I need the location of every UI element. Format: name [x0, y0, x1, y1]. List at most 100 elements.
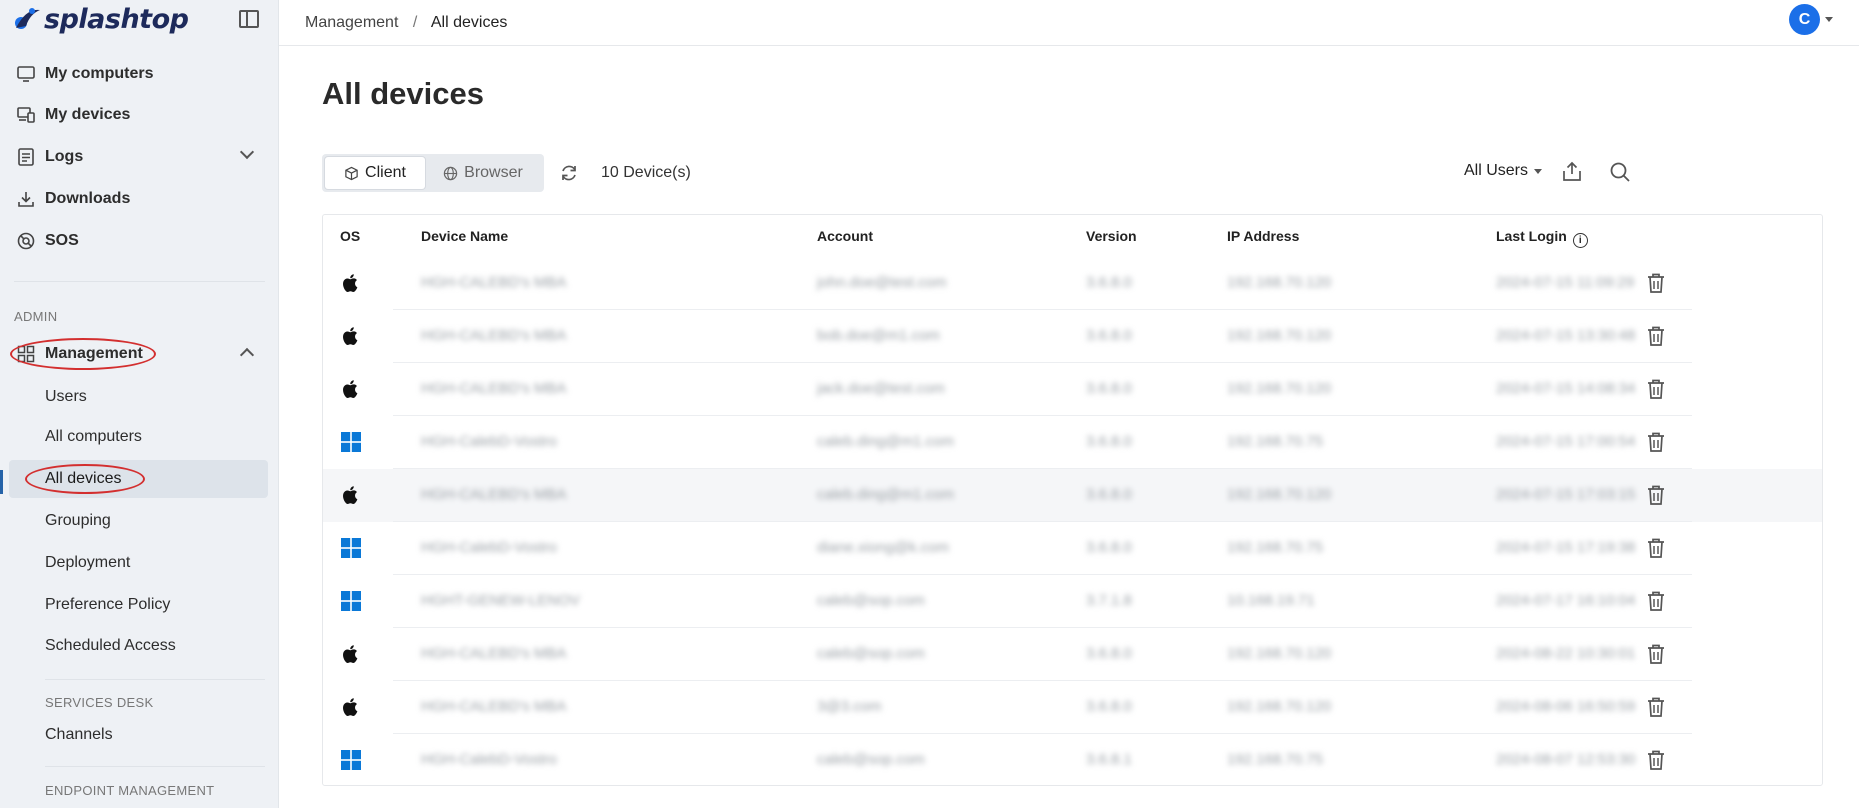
tab-browser[interactable]: Browser	[425, 157, 541, 189]
account-cell: caleb@sop.com	[817, 751, 925, 768]
last-login-cell: 2024-07-15 17:00:54	[1496, 433, 1636, 450]
table-row[interactable]: HGH-CalebD-Vostro diane.xiong@k.com 3.6.8.…	[323, 522, 1822, 575]
sidebar-subitem-label: Deployment	[45, 554, 131, 571]
column-header-os[interactable]: OS	[340, 228, 360, 244]
version-cell: 3.6.8.0	[1086, 698, 1132, 715]
account-cell: bob.doe@m1.com	[817, 327, 940, 344]
search-icon[interactable]	[1608, 160, 1632, 184]
log-icon	[15, 146, 37, 168]
table-row[interactable]: HGH-CalebD-Vostro caleb@sop.com 3.6.8.1 192…	[323, 734, 1822, 787]
trash-icon[interactable]	[1645, 377, 1667, 401]
column-header-ip-address[interactable]: IP Address	[1227, 228, 1299, 244]
table-row[interactable]: HGH-CalebD-Vostro caleb.ding@m1.com 3.6.8.…	[323, 416, 1822, 469]
grid-icon	[15, 343, 37, 365]
version-cell: 3.6.8.0	[1086, 380, 1132, 397]
apple-icon	[340, 696, 362, 718]
refresh-icon[interactable]	[558, 162, 580, 184]
trash-icon[interactable]	[1645, 642, 1667, 666]
trash-icon[interactable]	[1645, 748, 1667, 772]
main-content: Management / All devices C All devices C…	[279, 0, 1859, 808]
table-row[interactable]: HGH-CALEBD's MBA bob.doe@m1.com 3.6.8.0 192…	[323, 310, 1822, 363]
last-login-cell: 2024-07-17 16:10:04	[1496, 592, 1636, 609]
avatar[interactable]: C	[1789, 4, 1820, 35]
column-header-last-login[interactable]: Last Login i	[1496, 228, 1588, 248]
sidebar-subitem-grouping[interactable]: Grouping	[0, 502, 279, 540]
trash-icon[interactable]	[1645, 536, 1667, 560]
sidebar-item-sos[interactable]: SOS	[0, 223, 279, 259]
table-row[interactable]: HGH-CALEBD's MBA 3@3.com 3.6.8.0 192.168.70…	[323, 681, 1822, 734]
apple-icon	[340, 272, 362, 294]
export-icon[interactable]	[1560, 160, 1584, 184]
account-cell: 3@3.com	[817, 698, 882, 715]
column-header-version[interactable]: Version	[1086, 228, 1137, 244]
breadcrumb-parent[interactable]: Management	[305, 14, 398, 31]
trash-icon[interactable]	[1645, 695, 1667, 719]
tab-label: Browser	[464, 164, 523, 181]
table-row[interactable]: HGH-CALEBD's MBA jack.doe@test.com 3.6.8.0…	[323, 363, 1822, 416]
sidebar-item-my-computers[interactable]: My computers	[0, 56, 279, 92]
caret-down-icon	[1534, 168, 1543, 174]
device-name-cell: HGH-CALEBD's MBA	[421, 645, 567, 662]
last-login-cell: 2024-07-15 13:30:48	[1496, 327, 1636, 344]
sidebar-item-logs[interactable]: Logs	[0, 139, 279, 175]
user-filter-dropdown[interactable]: All Users	[1464, 162, 1543, 180]
sidebar-item-downloads[interactable]: Downloads	[0, 181, 279, 217]
services-desk-section-label: SERVICES DESK	[45, 695, 154, 710]
trash-icon[interactable]	[1645, 271, 1667, 295]
trash-icon[interactable]	[1645, 324, 1667, 348]
sidebar-subitem-channels[interactable]: Channels	[0, 716, 279, 754]
column-header-account[interactable]: Account	[817, 228, 873, 244]
table-row[interactable]: HGH-CALEBD's MBA caleb@sop.com 3.6.8.0 192.…	[323, 628, 1822, 681]
sidebar-item-my-devices[interactable]: My devices	[0, 97, 279, 133]
column-header-label: Last Login	[1496, 228, 1567, 244]
trash-icon[interactable]	[1645, 589, 1667, 613]
table-row[interactable]: HGH-CALEBD's MBA caleb.ding@m1.com 3.6.8.0…	[323, 469, 1822, 522]
last-login-cell: 2024-07-15 14:08:34	[1496, 380, 1636, 397]
trash-icon[interactable]	[1645, 430, 1667, 454]
sidebar-divider	[45, 679, 265, 680]
last-login-cell: 2024-08-06 16:50:59	[1496, 698, 1636, 715]
sidebar-subitem-users[interactable]: Users	[0, 378, 279, 416]
tab-client[interactable]: Client	[325, 157, 425, 189]
info-icon[interactable]: i	[1572, 233, 1588, 248]
sidebar-collapse-icon[interactable]	[239, 10, 259, 28]
sidebar-subitem-all-devices[interactable]: All devices	[9, 460, 268, 498]
sidebar-item-label: SOS	[45, 232, 79, 249]
breadcrumb: Management / All devices	[305, 14, 507, 32]
sidebar-divider	[14, 281, 265, 282]
table-row[interactable]: HGHT-GENEW-LENOV caleb@sop.com 3.7.1.8 10.1…	[323, 575, 1822, 628]
account-cell: caleb.ding@m1.com	[817, 433, 954, 450]
version-cell: 3.6.8.0	[1086, 486, 1132, 503]
avatar-caret-icon[interactable]	[1825, 17, 1833, 22]
account-cell: caleb@sop.com	[817, 592, 925, 609]
logo-text: splashtop	[44, 3, 189, 35]
sidebar-subitem-label: All computers	[45, 428, 142, 445]
chevron-down-icon[interactable]	[239, 144, 255, 160]
last-login-cell: 2024-08-07 12:53:30	[1496, 751, 1636, 768]
toolbar: Client Browser 10 Device(s) All Users	[322, 154, 1859, 194]
sidebar-item-label: Downloads	[45, 190, 131, 207]
sidebar-item-management[interactable]: Management	[0, 336, 279, 372]
sidebar-subitem-scheduled-access[interactable]: Scheduled Access	[0, 627, 279, 665]
sidebar-subitem-all-computers[interactable]: All computers	[0, 418, 279, 456]
ip-address-cell: 10.168.19.71	[1227, 592, 1315, 609]
sidebar: splashtop My computers My devices Logs D…	[0, 0, 279, 808]
chevron-up-icon[interactable]	[239, 347, 255, 363]
splashtop-logo[interactable]: splashtop	[12, 3, 189, 35]
device-name-cell: HGH-CALEBD's MBA	[421, 698, 567, 715]
sidebar-subitem-preference-policy[interactable]: Preference Policy	[0, 586, 279, 624]
windows-icon	[340, 749, 362, 771]
table-row[interactable]: HGH-CALEBD's MBA john.doe@test.com 3.6.8.0…	[323, 257, 1822, 310]
splashtop-logo-icon	[15, 8, 40, 29]
column-header-device-name[interactable]: Device Name	[421, 228, 508, 244]
version-cell: 3.6.8.0	[1086, 645, 1132, 662]
device-name-cell: HGH-CalebD-Vostro	[421, 539, 557, 556]
trash-icon[interactable]	[1645, 483, 1667, 507]
sidebar-subitem-deployment[interactable]: Deployment	[0, 544, 279, 582]
monitor-icon	[15, 63, 37, 85]
device-name-cell: HGHT-GENEW-LENOV	[421, 592, 580, 609]
endpoint-section-label: ENDPOINT MANAGEMENT	[45, 783, 215, 798]
version-cell: 3.6.8.0	[1086, 274, 1132, 291]
windows-icon	[340, 431, 362, 453]
last-login-cell: 2024-08-22 10:30:01	[1496, 645, 1636, 662]
